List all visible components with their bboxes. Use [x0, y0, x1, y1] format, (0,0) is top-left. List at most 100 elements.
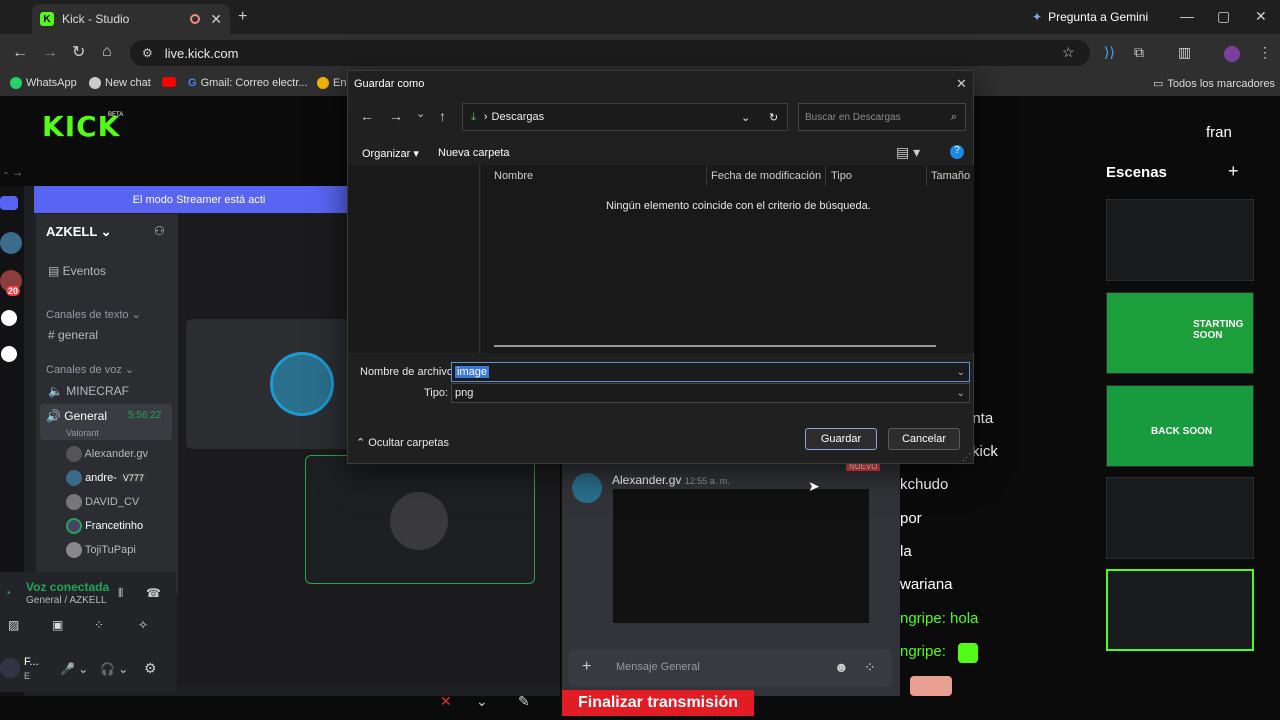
- organize-menu[interactable]: Organizar ▾: [362, 147, 419, 160]
- dialog-close-icon[interactable]: ✕: [956, 77, 967, 90]
- chat-line: kick: [972, 443, 998, 460]
- refresh-icon[interactable]: ↻: [769, 111, 778, 124]
- column-divider: [706, 166, 707, 186]
- column-name[interactable]: Nombre: [494, 170, 533, 182]
- voice-channels-category[interactable]: Canales de voz ⌄: [46, 363, 134, 376]
- nav-forward-icon[interactable]: →: [389, 109, 403, 123]
- nav-back-icon[interactable]: ←: [360, 109, 374, 123]
- bookmark-new-chat[interactable]: New chat: [89, 77, 151, 89]
- scene-4[interactable]: [1106, 477, 1254, 559]
- user-name[interactable]: fran: [1206, 124, 1232, 141]
- bookmark-whatsapp[interactable]: WhatsApp: [10, 77, 77, 89]
- minimize-icon[interactable]: —: [1180, 9, 1194, 23]
- bookmark-en[interactable]: En: [317, 77, 346, 89]
- gemini-button[interactable]: ✦ Pregunta a Gemini: [1032, 10, 1148, 24]
- back-icon[interactable]: ←: [12, 45, 28, 61]
- user-avatar-large: [270, 352, 334, 416]
- member-david[interactable]: DAVID_CV: [66, 494, 139, 510]
- channel-voice-general[interactable]: 🔊 General 5:56:22 Valorant: [40, 404, 172, 440]
- view-options-icon[interactable]: ▤ ▾: [896, 145, 920, 159]
- bookmark-gmail[interactable]: G Gmail: Correo electr...: [188, 77, 308, 89]
- member-francetinho[interactable]: Francetinho: [66, 518, 143, 534]
- scene-back-soon[interactable]: BACK SOON: [1106, 385, 1254, 467]
- add-scene-icon[interactable]: +: [1228, 162, 1239, 180]
- all-bookmarks[interactable]: ▭ Todos los marcadores: [1153, 77, 1275, 91]
- horizontal-scrollbar[interactable]: [494, 345, 936, 347]
- mute-icon[interactable]: ✕: [440, 694, 452, 708]
- recent-locations-icon[interactable]: ⌄: [416, 109, 425, 120]
- channel-minecraft[interactable]: 🔈 MINECRAF: [48, 384, 129, 398]
- disconnect-icon[interactable]: ☎: [146, 586, 161, 600]
- events-item[interactable]: ▤ Eventos: [48, 264, 106, 278]
- home-icon[interactable]: ⌂: [102, 44, 112, 60]
- bookmark-star-icon[interactable]: ☆: [1062, 45, 1075, 59]
- activities-icon[interactable]: ⁘: [94, 618, 104, 632]
- member-toji[interactable]: TojiTuPapi: [66, 542, 136, 558]
- path-dropdown-icon[interactable]: ⌄: [741, 111, 750, 124]
- filename-dropdown-icon[interactable]: ⌄: [957, 367, 965, 378]
- end-stream-button[interactable]: Finalizar transmisión: [562, 690, 754, 716]
- filename-value: image: [455, 366, 489, 378]
- path-bar[interactable]: ⤓ › Descargas ⌄ ↻: [462, 103, 788, 131]
- search-input[interactable]: Buscar en Descargas ⌕: [798, 103, 966, 131]
- browser-tab[interactable]: K Kick - Studio ✕: [32, 4, 230, 34]
- server-name[interactable]: AZKELL ⌄: [46, 224, 112, 240]
- camera-off-icon[interactable]: ▨: [8, 618, 19, 632]
- server-avatar-1[interactable]: [0, 232, 22, 254]
- site-info-icon[interactable]: ⚙: [142, 47, 153, 59]
- text-channels-category[interactable]: Canales de texto ⌄: [46, 308, 141, 321]
- scene-active[interactable]: [1106, 569, 1254, 651]
- dialog-title: Guardar como: [354, 78, 425, 90]
- nav-up-icon[interactable]: ↑: [439, 109, 446, 123]
- extension-icon-1[interactable]: ⟩⟩: [1104, 45, 1115, 59]
- bookmark-youtube[interactable]: [162, 77, 176, 87]
- column-type[interactable]: Tipo: [831, 170, 852, 182]
- type-select[interactable]: png ⌄: [451, 383, 970, 403]
- screen-share-icon[interactable]: ▣: [52, 618, 63, 632]
- edit-icon[interactable]: ✎: [518, 694, 530, 708]
- resize-grip-icon[interactable]: ⋰: [962, 452, 971, 463]
- address-bar[interactable]: ⚙ live.kick.com: [130, 40, 1090, 66]
- forward-icon[interactable]: →: [42, 45, 58, 61]
- settings-gear-icon[interactable]: ⚙: [144, 660, 157, 677]
- hide-folders-toggle[interactable]: ⌃ Ocultar carpetas: [356, 436, 449, 449]
- member-andre[interactable]: andre- V777: [66, 470, 147, 486]
- reload-icon[interactable]: ↻: [72, 45, 85, 61]
- mic-icon[interactable]: 🎤 ⌄: [60, 662, 88, 676]
- save-button[interactable]: Guardar: [805, 428, 877, 450]
- self-avatar[interactable]: [0, 658, 20, 678]
- noise-icon[interactable]: ⦀: [118, 586, 123, 601]
- cancel-button[interactable]: Cancelar: [888, 428, 960, 450]
- chevron-down-icon[interactable]: ⌄: [476, 694, 488, 708]
- invite-icon[interactable]: ⚇: [154, 224, 165, 238]
- column-size[interactable]: Tamaño: [931, 170, 970, 182]
- column-date[interactable]: Fecha de modificación: [711, 170, 821, 182]
- member-alexander[interactable]: Alexander.gv: [66, 446, 148, 462]
- message-image-attachment[interactable]: [612, 488, 870, 624]
- headphones-icon[interactable]: 🎧 ⌄: [100, 662, 128, 676]
- voice-timer: 5:56:22: [128, 410, 162, 421]
- soundboard-icon[interactable]: ✧: [138, 618, 148, 632]
- maximize-icon[interactable]: ▢: [1217, 9, 1230, 23]
- close-tab-icon[interactable]: ✕: [210, 12, 222, 26]
- collapse-icon[interactable]: - →: [4, 166, 23, 178]
- filename-input[interactable]: image ⌄: [451, 362, 970, 382]
- help-icon[interactable]: ?: [950, 145, 964, 159]
- extensions-icon[interactable]: ⧉: [1134, 45, 1144, 59]
- scene-1[interactable]: [1106, 199, 1254, 281]
- scene-starting-soon[interactable]: STARTING SOON: [1106, 292, 1254, 374]
- emoji-icon[interactable]: ☻: [834, 660, 849, 674]
- sidepanel-icon[interactable]: ▥: [1178, 45, 1191, 59]
- apps-icon[interactable]: ⁘: [864, 660, 876, 674]
- profile-avatar[interactable]: [1224, 46, 1240, 62]
- explore-icon[interactable]: [1, 346, 17, 362]
- add-server-icon[interactable]: [1, 310, 17, 326]
- emote-icon: [958, 643, 978, 663]
- window-close-icon[interactable]: ✕: [1255, 9, 1267, 23]
- discord-icon[interactable]: [0, 196, 18, 210]
- new-tab-icon[interactable]: +: [238, 9, 247, 25]
- menu-icon[interactable]: ⋮: [1258, 45, 1272, 59]
- channel-general[interactable]: # general: [48, 328, 98, 342]
- new-folder-button[interactable]: Nueva carpeta: [438, 147, 510, 159]
- attach-icon[interactable]: +: [582, 659, 591, 675]
